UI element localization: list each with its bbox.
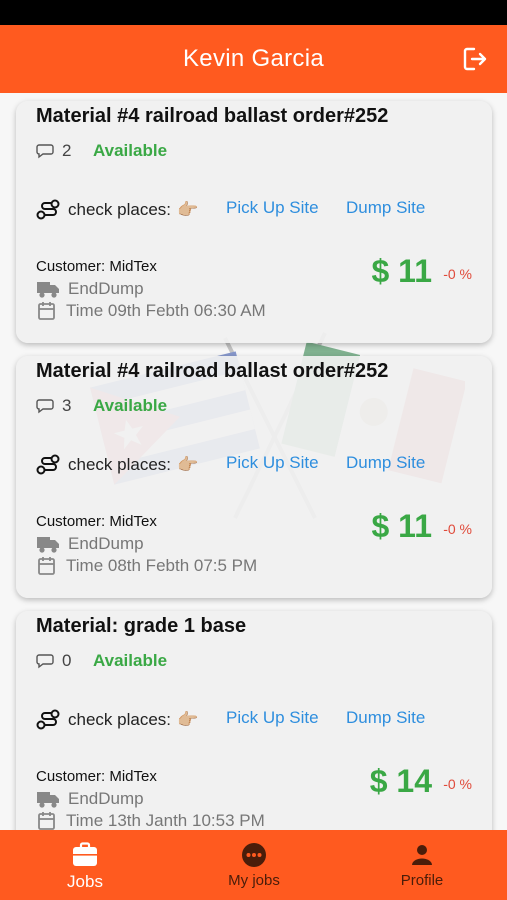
status-badge: Available <box>93 396 168 415</box>
job-card[interactable]: Material: grade 1 base 0 Available check… <box>16 611 492 830</box>
truck-type: EndDump <box>36 279 144 299</box>
truck-icon <box>37 537 59 553</box>
job-time: Time 13th Janth 10:53 PM <box>36 811 265 830</box>
truck-type: EndDump <box>36 789 144 809</box>
job-time-label: Time 08th Febth 07:5 PM <box>66 556 258 575</box>
page-title: Kevin Garcia <box>183 45 324 72</box>
more-dots-icon <box>242 843 266 867</box>
job-time: Time 08th Febth 07:5 PM <box>36 556 257 576</box>
material-title: Material: grade 1 base <box>36 615 247 637</box>
truck-icon <box>37 792 59 808</box>
dump-site-link[interactable]: Dump Site <box>346 198 425 218</box>
comments-count[interactable]: 3 <box>36 396 71 416</box>
pointing-hand-icon: 👉🏼 <box>177 200 199 219</box>
truck-type-label: EndDump <box>68 789 144 808</box>
job-card[interactable]: Material #4 railroad ballast order#252 3… <box>16 356 492 598</box>
job-price: $ 11 <box>371 253 432 289</box>
comment-icon <box>36 399 54 414</box>
job-card[interactable]: Material #4 railroad ballast order#252 2… <box>16 101 492 343</box>
price-change: -0 % <box>443 266 472 282</box>
comments-number: 0 <box>62 651 72 670</box>
comments-count[interactable]: 0 <box>36 651 71 671</box>
customer-name: Customer: MidTex <box>36 768 157 785</box>
comment-icon <box>36 144 54 159</box>
dump-site-link[interactable]: Dump Site <box>346 453 425 473</box>
customer-name: Customer: MidTex <box>36 258 157 275</box>
truck-type-label: EndDump <box>68 534 144 553</box>
truck-type-label: EndDump <box>68 279 144 298</box>
pointing-hand-icon: 👉🏼 <box>177 455 199 474</box>
check-places: check places: 👉🏼 <box>36 454 198 476</box>
pickup-site-link[interactable]: Pick Up Site <box>226 198 319 218</box>
job-price: $ 11 <box>371 508 432 544</box>
job-time-label: Time 13th Janth 10:53 PM <box>66 811 265 830</box>
check-places: check places: 👉🏼 <box>36 199 198 221</box>
comments-count[interactable]: 2 <box>36 141 71 161</box>
person-icon <box>412 845 432 865</box>
status-badge: Available <box>93 141 168 160</box>
check-places: check places: 👉🏼 <box>36 709 198 731</box>
price-change: -0 % <box>443 776 472 792</box>
logout-icon[interactable] <box>461 45 489 73</box>
price-change: -0 % <box>443 521 472 537</box>
tab-profile[interactable]: Profile <box>352 830 492 900</box>
customer-name: Customer: MidTex <box>36 513 157 530</box>
job-time-label: Time 09th Febth 06:30 AM <box>66 301 266 320</box>
truck-type: EndDump <box>36 534 144 554</box>
status-bar <box>0 0 507 25</box>
jobs-list[interactable]: Material #4 railroad ballast order#252 2… <box>0 93 507 830</box>
truck-icon <box>37 282 59 298</box>
status-badge: Available <box>93 651 168 670</box>
app-bar: Kevin Garcia <box>0 25 507 93</box>
check-places-label: check places: <box>68 200 171 219</box>
material-title: Material #4 railroad ballast order#252 <box>36 105 389 127</box>
route-icon <box>36 709 60 730</box>
route-icon <box>36 454 60 475</box>
pickup-site-link[interactable]: Pick Up Site <box>226 453 319 473</box>
dump-site-link[interactable]: Dump Site <box>346 708 425 728</box>
check-places-label: check places: <box>68 455 171 474</box>
route-icon <box>36 199 60 220</box>
pickup-site-link[interactable]: Pick Up Site <box>226 708 319 728</box>
calendar-icon <box>38 302 55 320</box>
tab-jobs-label: Jobs <box>67 872 103 891</box>
job-price: $ 14 <box>369 763 432 799</box>
bottom-nav: Jobs My jobs Profile <box>0 830 507 900</box>
comments-number: 3 <box>62 396 72 415</box>
calendar-icon <box>38 812 55 830</box>
comments-number: 2 <box>62 141 72 160</box>
tab-profile-label: Profile <box>400 872 444 889</box>
tab-my-jobs[interactable]: My jobs <box>184 830 324 900</box>
calendar-icon <box>38 557 55 575</box>
pointing-hand-icon: 👉🏼 <box>177 710 199 729</box>
briefcase-icon <box>73 842 97 866</box>
job-time: Time 09th Febth 06:30 AM <box>36 301 266 321</box>
material-title: Material #4 railroad ballast order#252 <box>36 360 389 382</box>
check-places-label: check places: <box>68 710 171 729</box>
tab-jobs[interactable]: Jobs <box>15 830 155 900</box>
comment-icon <box>36 654 54 669</box>
tab-my-jobs-label: My jobs <box>228 872 280 889</box>
